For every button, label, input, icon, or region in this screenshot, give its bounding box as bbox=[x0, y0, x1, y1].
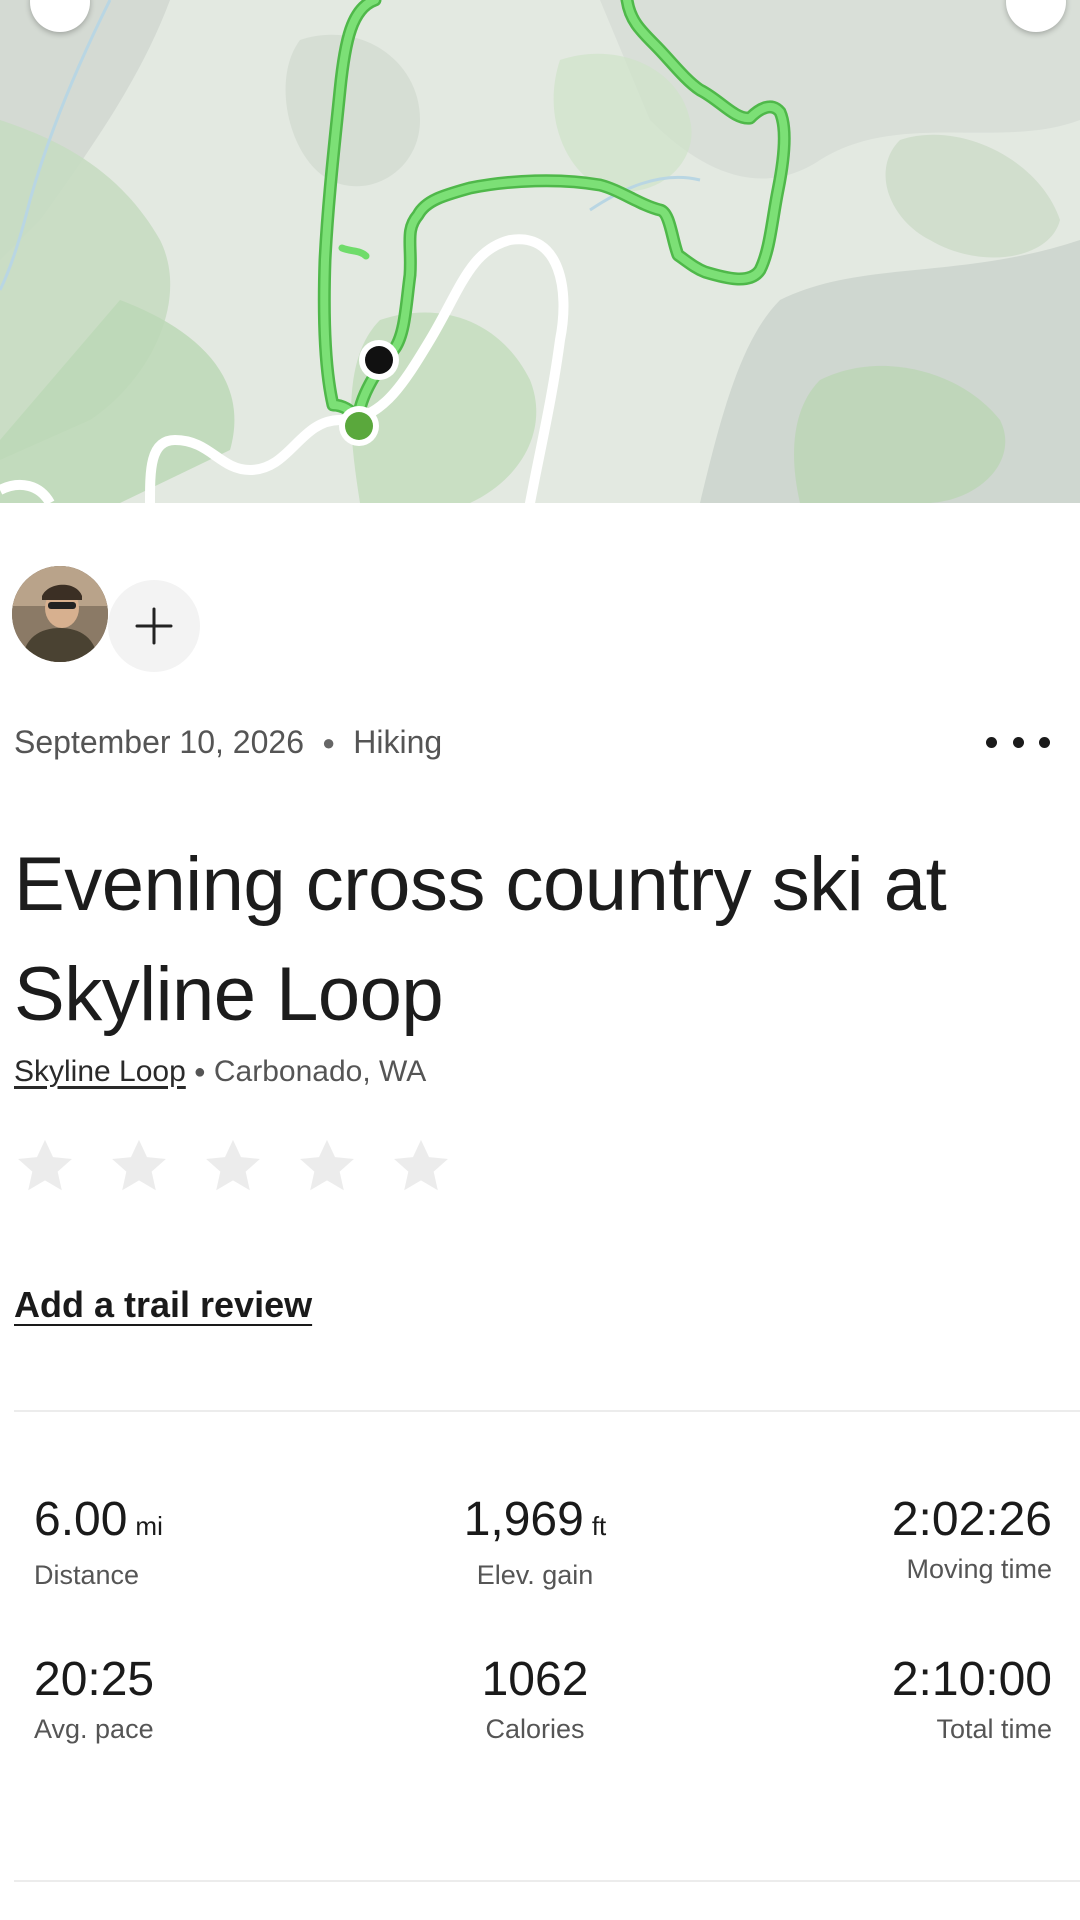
stat-label: Total time bbox=[936, 1714, 1052, 1744]
more-options-button[interactable] bbox=[986, 722, 1050, 762]
stat-value: 1,969 bbox=[463, 1493, 584, 1546]
stat-avg-pace: 20:25 Avg. pace bbox=[34, 1650, 394, 1745]
star-icon[interactable] bbox=[14, 1136, 76, 1198]
activity-meta: September 10, 2026 ● Hiking bbox=[14, 724, 442, 761]
stat-label: Calories bbox=[485, 1714, 585, 1744]
divider bbox=[14, 1410, 1080, 1412]
location-name: Carbonado, WA bbox=[213, 1055, 427, 1088]
stat-value: 2:10:00 bbox=[891, 1653, 1052, 1706]
stat-unit: ft bbox=[591, 1511, 607, 1541]
stat-distance: 6.00 mi Distance bbox=[34, 1490, 394, 1591]
add-companion-button[interactable] bbox=[108, 580, 200, 672]
activity-type: Hiking bbox=[353, 724, 443, 760]
star-rating[interactable] bbox=[14, 1136, 484, 1198]
map-canvas bbox=[0, 0, 1080, 503]
separator-dot: ● bbox=[321, 729, 336, 755]
stat-value: 20:25 bbox=[34, 1653, 155, 1706]
stat-moving-time: 2:02:26 Moving time bbox=[692, 1490, 1052, 1585]
stat-label: Distance bbox=[34, 1560, 140, 1590]
star-icon[interactable] bbox=[202, 1136, 264, 1198]
add-review-link[interactable]: Add a trail review bbox=[14, 1284, 312, 1326]
divider bbox=[14, 1880, 1080, 1882]
route-end-marker bbox=[359, 340, 399, 380]
route-start-marker bbox=[339, 406, 379, 446]
activity-title: Evening cross country ski at Skyline Loo… bbox=[14, 842, 947, 1037]
stat-value: 2:02:26 bbox=[891, 1493, 1052, 1546]
stat-value: 1062 bbox=[481, 1653, 589, 1706]
activity-date: September 10, 2026 bbox=[14, 724, 304, 760]
star-icon[interactable] bbox=[108, 1136, 170, 1198]
stat-label: Moving time bbox=[906, 1554, 1052, 1584]
trail-link[interactable]: Skyline Loop bbox=[14, 1055, 186, 1089]
more-dots-icon bbox=[986, 736, 997, 748]
stat-calories: 1062 Calories bbox=[355, 1650, 715, 1745]
avatar[interactable] bbox=[12, 566, 108, 662]
stat-elevation: 1,969 ft Elev. gain bbox=[355, 1490, 715, 1591]
stat-label: Avg. pace bbox=[34, 1714, 154, 1744]
route-map[interactable] bbox=[0, 0, 1080, 503]
separator-dot: ● bbox=[193, 1060, 206, 1083]
star-icon[interactable] bbox=[296, 1136, 358, 1198]
stat-total-time: 2:10:00 Total time bbox=[692, 1650, 1052, 1745]
stat-unit: mi bbox=[135, 1511, 163, 1541]
stat-value: 6.00 bbox=[34, 1493, 128, 1546]
plus-icon bbox=[135, 607, 173, 645]
trail-location: Skyline Loop ● Carbonado, WA bbox=[14, 1055, 426, 1089]
stat-label: Elev. gain bbox=[476, 1560, 594, 1590]
star-icon[interactable] bbox=[390, 1136, 452, 1198]
